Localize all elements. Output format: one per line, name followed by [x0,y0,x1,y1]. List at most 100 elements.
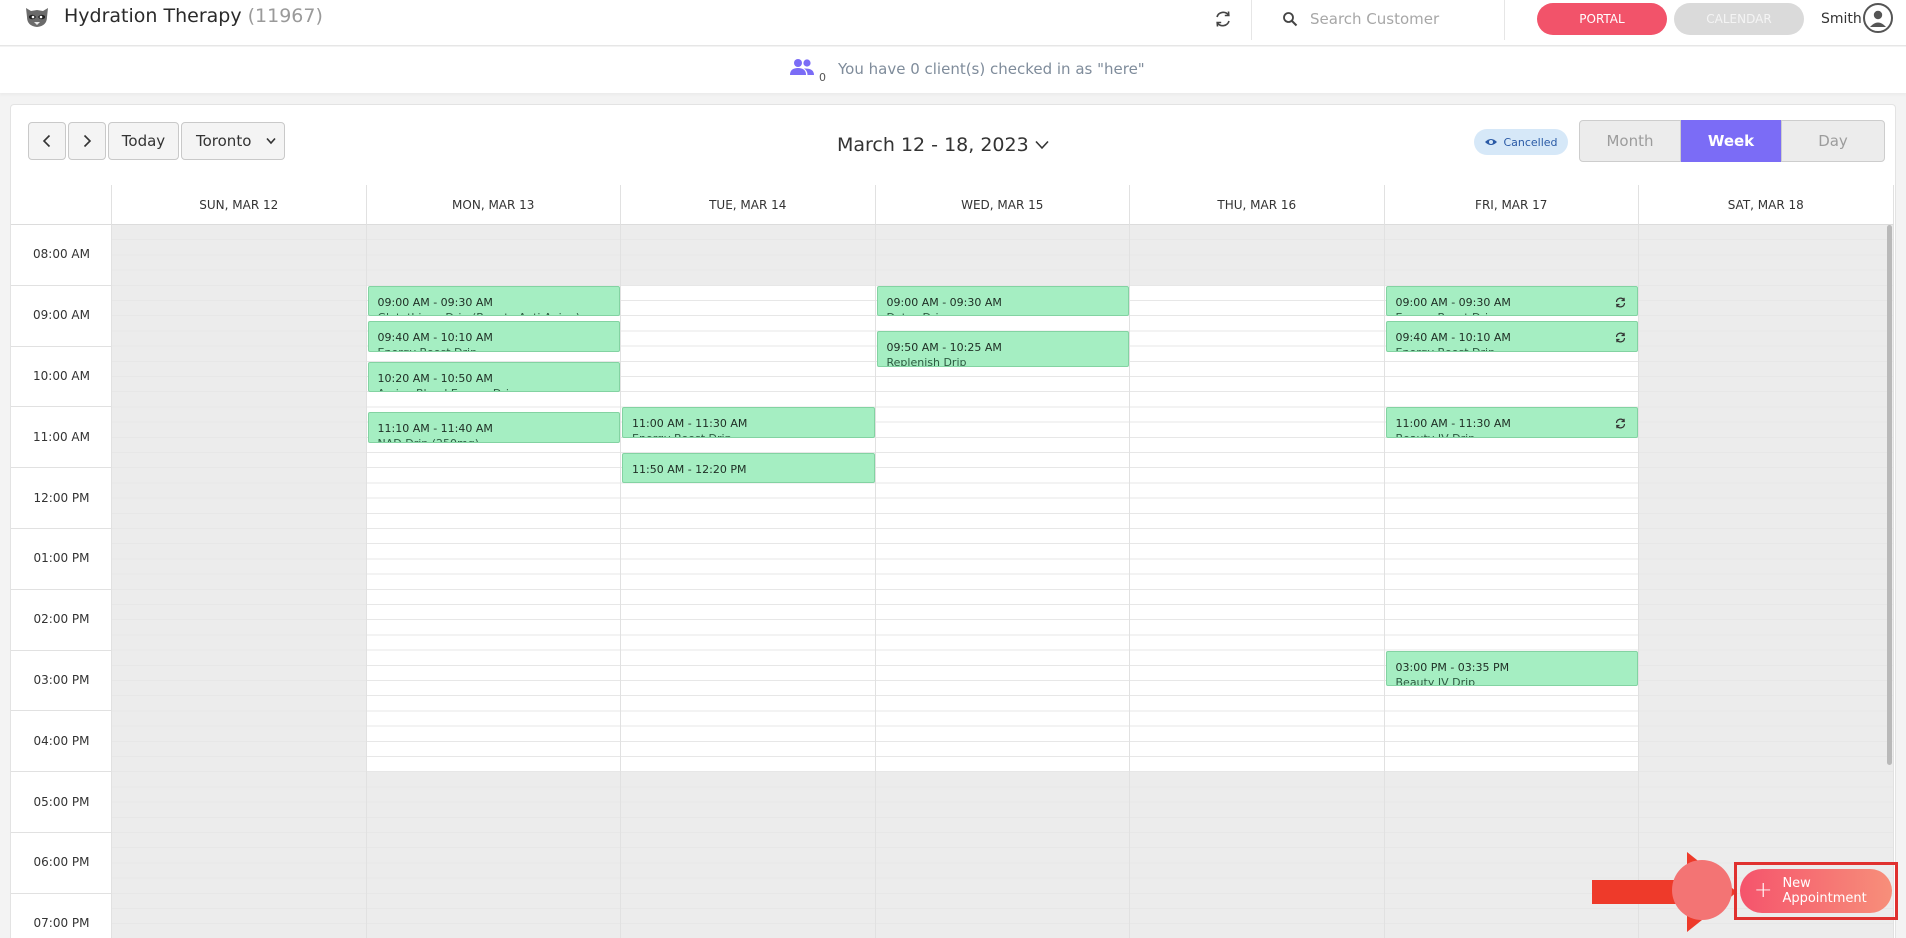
appointment-service: Energy Boost Drip [1396,311,1496,315]
appointment-event[interactable]: 09:00 AM - 09:30 AM Detox Drip [876,285,1129,317]
calendar-button[interactable]: CALENDAR [1674,3,1804,35]
view-day-tab[interactable]: Day [1781,120,1885,162]
checkin-count: 0 [819,71,826,84]
chevron-down-icon[interactable] [1034,139,1050,151]
app-title: Hydration Therapy (11967) [64,5,323,27]
hour-line [11,406,112,408]
recurring-icon [1615,297,1626,308]
appointment-service: Energy Boost Drip [1396,346,1496,350]
checkin-message: You have 0 client(s) checked in as "here… [838,60,1145,78]
appointment-service: Energy Boost Drip [378,346,478,350]
show-cancelled-toggle[interactable]: Cancelled [1474,129,1568,155]
new-appointment-label: New Appointment [1782,876,1867,906]
new-appointment-highlight: + New Appointment [1734,862,1898,920]
top-bar: Hydration Therapy (11967) PORTAL CALENDA… [0,0,1906,46]
time-label: 10:00 AM [33,369,90,383]
user-name[interactable]: Smith [1821,11,1862,27]
time-label: 03:00 PM [33,673,90,687]
vertical-scrollbar[interactable] [1887,225,1892,765]
time-label: 12:00 PM [33,490,90,505]
divider [1251,0,1252,40]
appointment-service: Beauty IV Drip [1396,432,1476,436]
appointment-service: Energy Boost Drip [632,432,732,436]
appointment-event[interactable]: 09:00 AM - 09:30 AM Glutathione Drip (Bea… [367,285,620,317]
chevron-down-icon [266,137,276,145]
portal-button[interactable]: PORTAL [1537,3,1667,35]
appointment-time: 09:40 AM - 10:10 AM [1395,331,1511,345]
appointment-time: 09:40 AM - 10:10 AM [377,331,493,345]
day-column[interactable] [112,225,367,938]
appointment-time: 09:00 AM - 09:30 AM [886,295,1002,309]
location-value: Toronto [196,132,252,150]
plus-icon: + [1754,878,1773,903]
appointment-service: Glutathione Drip (Beauty Anti-Aging) [378,311,580,315]
chevron-left-icon [42,134,51,148]
time-label: 05:00 PM [33,794,90,809]
day-column[interactable] [1639,225,1894,938]
day-header: TUE, MAR 14 [621,185,876,225]
fab-shadow [1672,860,1732,920]
eye-icon [1485,139,1498,145]
hour-line [11,771,112,773]
day-column[interactable] [1130,225,1385,938]
appointment-service: NAD Drip (250mg) [378,437,480,441]
time-gutter-header [11,185,112,225]
appointment-event[interactable]: 11:00 AM - 11:30 AMBeauty IV Drip [1385,407,1638,438]
time-label: 11:00 AM [33,429,90,444]
appointment-event[interactable]: 10:20 AM - 10:50 AM Amino Blend Energy Dr… [367,361,620,393]
checkin-banner: 0 You have 0 client(s) checked in as "he… [0,47,1906,93]
time-label: 08:00 AM [33,247,90,262]
today-button[interactable]: Today [108,122,179,160]
appointment-time: 11:10 AM - 11:40 AM [377,422,493,436]
appointment-service: Beauty IV Drip [1395,675,1476,687]
view-week-tab[interactable]: Week [1681,120,1781,162]
appointment-event[interactable]: 11:10 AM - 11:40 AMNAD Drip (250mg) [367,412,620,443]
hour-line [11,284,112,286]
time-label: 06:00 PM [33,855,90,870]
next-week-button[interactable] [68,122,106,160]
group-icon [790,59,814,75]
appointment-time: 09:00 AM - 09:30 AM [1395,295,1511,309]
hour-line [11,345,112,347]
appointment-event[interactable]: 09:00 AM - 09:30 AM Energy Boost Drip [1385,285,1638,317]
appointment-service: Detox Drip [887,311,946,315]
hour-line [11,528,112,529]
appointment-event[interactable]: 09:40 AM - 10:10 AMEnergy Boost Drip [367,321,620,352]
appointment-service: Replenish Drip [886,356,967,367]
search-icon [1283,12,1298,27]
day-header: SUN, MAR 12 [112,185,367,225]
appointment-time: 09:50 AM - 10:25 AM [886,341,1002,355]
refresh-icon[interactable] [1212,8,1234,30]
week-grid[interactable]: SUN, MAR 12 MON, MAR 13 TUE, MAR 14 WED, MA… [11,185,1895,938]
time-label: 02:00 PM [33,612,90,627]
search-customer-input[interactable] [1310,5,1490,33]
time-label: 09:00 AM [33,308,90,323]
day-header: WED, MAR 15 [875,185,1130,225]
hour-line [11,588,112,590]
user-avatar[interactable] [1863,3,1893,33]
hour-line [11,710,112,712]
date-range-title[interactable]: March 12 - 18, 2023 [837,134,1029,156]
account-id: (11967) [247,5,323,27]
appointment-event[interactable]: 09:50 AM - 10:25 AM Replenish Drip [876,331,1129,367]
appointment-time: 09:00 AM - 09:30 AM [377,295,493,309]
day-column[interactable] [621,225,876,938]
new-appointment-button[interactable]: + New Appointment [1740,869,1892,913]
divider [1504,0,1505,40]
hour-line [11,892,112,894]
appointment-time: 11:50 AM - 12:20 PM [632,463,747,476]
appointment-time: 03:00 PM - 03:35 PM [1395,660,1510,674]
appointment-event[interactable]: 11:50 AM - 12:20 PM [622,453,875,484]
previous-week-button[interactable] [28,122,66,160]
time-label: 01:00 PM [33,551,90,566]
day-header: THU, MAR 16 [1130,185,1385,225]
recurring-icon [1615,418,1626,429]
appointment-event[interactable]: 03:00 PM - 03:35 PM Beauty IV Drip [1385,650,1638,687]
appointment-event[interactable]: 09:40 AM - 10:10 AMEnergy Boost Drip [1385,321,1638,352]
appointment-time: 11:00 AM - 11:30 AM [632,417,748,431]
view-month-tab[interactable]: Month [1579,120,1681,162]
time-label: 07:00 PM [33,916,90,931]
calendar-panel: Today Toronto March 12 - 18, 2023 Cancel… [10,104,1896,938]
location-select[interactable]: Toronto [181,122,285,160]
appointment-event[interactable]: 11:00 AM - 11:30 AMEnergy Boost Drip [622,407,875,438]
